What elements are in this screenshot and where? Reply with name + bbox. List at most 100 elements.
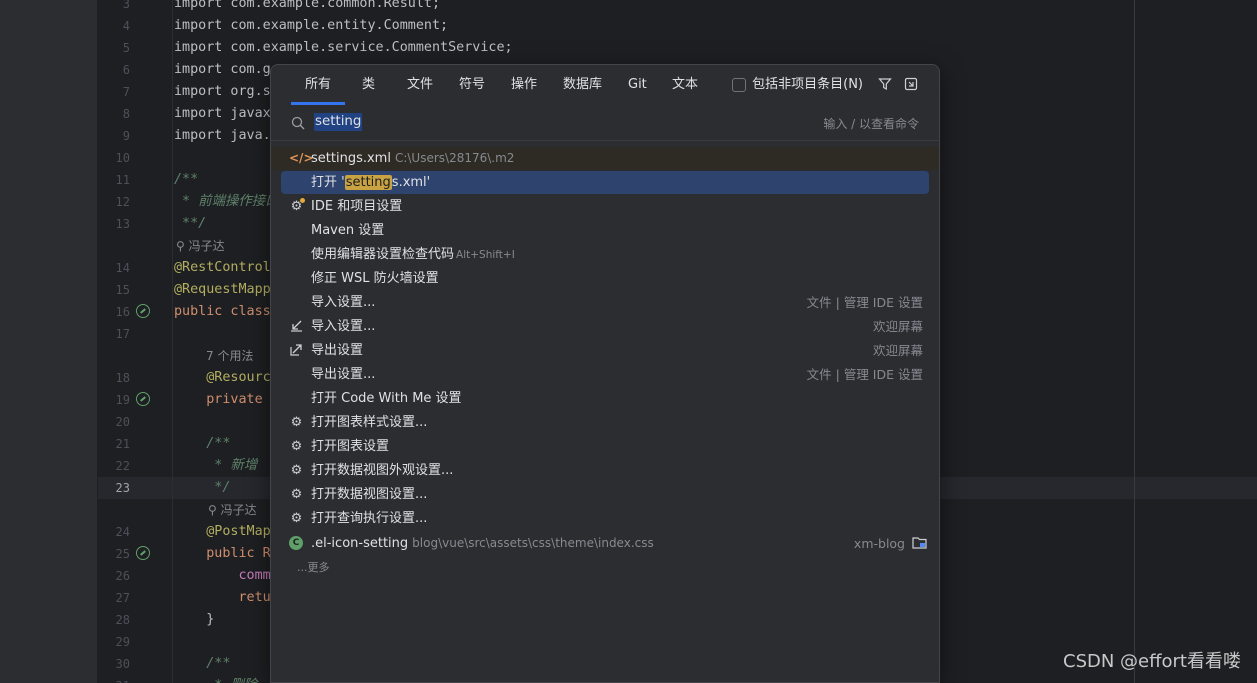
result-match-highlight: setting xyxy=(344,175,392,190)
bean-gutter-icon[interactable] xyxy=(136,392,150,406)
result-item-open-file[interactable]: 打开 'settings.xml' xyxy=(281,171,929,194)
code-line[interactable]: import java. xyxy=(174,125,271,147)
result-item-action[interactable]: 导出设置 欢迎屏幕 xyxy=(281,339,929,362)
result-item-action[interactable]: 导入设置... 文件 | 管理 IDE 设置 xyxy=(281,291,929,314)
result-item-action[interactable]: ⚙ 打开数据视图设置... xyxy=(281,483,929,506)
open-in-window-icon[interactable] xyxy=(903,77,919,93)
line-number: 16 xyxy=(115,305,130,319)
result-location: 欢迎屏幕 xyxy=(872,343,923,358)
code-line[interactable]: * 新增 xyxy=(174,455,257,477)
usages-inlay-hint[interactable]: 7 个用法 xyxy=(206,345,253,367)
code-line[interactable]: * 前端操作接口 xyxy=(174,191,278,213)
xml-file-icon: </> xyxy=(289,151,314,165)
endpoint-gutter-icon[interactable] xyxy=(136,546,150,560)
code-line[interactable]: import com.example.service.CommentServic… xyxy=(174,37,513,59)
result-label: .el-icon-setting xyxy=(311,536,409,551)
code-line[interactable]: public R xyxy=(174,543,271,565)
result-item-action[interactable]: ⚙ 打开图表设置 xyxy=(281,435,929,458)
code-line[interactable]: private xyxy=(174,389,271,411)
result-label: 修正 WSL 防火墙设置 xyxy=(311,271,439,286)
result-item-file[interactable]: </> settings.xml C:\Users\28176\.m2 xyxy=(271,147,939,170)
line-number: 22 xyxy=(115,459,130,473)
line-number: 12 xyxy=(115,195,130,209)
line-number: 28 xyxy=(115,613,130,627)
code-line[interactable]: import com.g xyxy=(174,59,271,81)
tab-all[interactable]: 所有 xyxy=(291,65,346,105)
tab-files[interactable]: 文件 xyxy=(393,65,447,105)
tab-actions[interactable]: 操作 xyxy=(497,65,551,105)
line-number: 6 xyxy=(122,63,130,77)
code-line[interactable]: comm xyxy=(174,565,270,587)
code-line[interactable]: @RestControl xyxy=(174,257,271,279)
line-number: 13 xyxy=(115,217,130,231)
line-number: 10 xyxy=(115,151,130,165)
result-item-action[interactable]: 使用编辑器设置检查代码 Alt+Shift+I xyxy=(281,243,929,266)
bean-gutter-icon[interactable] xyxy=(136,304,150,318)
gear-icon: ⚙ xyxy=(290,487,303,502)
result-item-action[interactable]: ⚙ 打开查询执行设置... xyxy=(281,507,929,530)
code-line[interactable]: @RequestMapp xyxy=(174,279,271,301)
result-location: 文件 | 管理 IDE 设置 xyxy=(806,295,923,310)
result-item-action[interactable]: 修正 WSL 防火墙设置 xyxy=(281,267,929,290)
code-line[interactable]: } xyxy=(174,609,214,631)
more-results-link[interactable]: ...更多 xyxy=(297,559,330,575)
result-location: 文件 | 管理 IDE 设置 xyxy=(806,367,923,382)
code-line[interactable]: import com.example.common.Result; xyxy=(174,0,440,15)
code-line[interactable]: */ xyxy=(174,477,230,499)
result-label: 使用编辑器设置检查代码 xyxy=(311,247,455,262)
code-line[interactable]: import com.example.entity.Comment; xyxy=(174,15,448,37)
code-line[interactable]: /** xyxy=(174,433,230,455)
search-hint: 输入 / 以查看命令 xyxy=(823,117,919,131)
tab-symbols[interactable]: 符号 xyxy=(445,65,499,105)
result-item-action[interactable]: ⚙ 打开图表样式设置... xyxy=(281,411,929,434)
author-inlay-hint[interactable]: ⚲ 冯子达 xyxy=(176,235,225,257)
gear-icon: ⚙ xyxy=(290,439,303,454)
tab-database[interactable]: 数据库 xyxy=(549,65,616,105)
gear-badge-icon: ⚙ xyxy=(289,198,305,214)
code-line[interactable]: * 删除 xyxy=(174,675,257,683)
project-folder-icon xyxy=(912,536,927,551)
line-number: 4 xyxy=(122,19,130,33)
result-label: 导入设置... xyxy=(311,295,376,310)
result-item-action[interactable]: 导入设置... 欢迎屏幕 xyxy=(281,315,929,338)
result-item-action[interactable]: 导出设置... 文件 | 管理 IDE 设置 xyxy=(281,363,929,386)
include-non-project-toggle[interactable]: 包括非项目条目(N) xyxy=(732,65,863,105)
search-field[interactable]: setting 输入 / 以查看命令 xyxy=(271,105,939,141)
tab-git[interactable]: Git xyxy=(614,65,661,105)
line-number: 24 xyxy=(115,525,130,539)
include-non-project-checkbox[interactable] xyxy=(732,78,747,92)
author-inlay-hint[interactable]: ⚲ 冯子达 xyxy=(208,499,257,521)
result-label: 导出设置... xyxy=(311,367,376,382)
result-item-action[interactable]: 打开 Code With Me 设置 xyxy=(281,387,929,410)
code-line[interactable]: /** xyxy=(174,653,230,675)
line-number: 29 xyxy=(115,635,130,649)
code-line[interactable]: **/ xyxy=(174,213,206,235)
code-line[interactable]: @PostMap xyxy=(174,521,271,543)
filter-icon[interactable] xyxy=(877,77,893,93)
result-item-action[interactable]: Maven 设置 xyxy=(281,219,929,242)
search-input[interactable]: setting xyxy=(314,113,363,131)
result-item-symbol[interactable]: C .el-icon-setting blog\vue\src\assets\cs… xyxy=(281,532,929,555)
line-number: 23 xyxy=(115,481,130,495)
line-number: 5 xyxy=(122,41,130,55)
result-item-action[interactable]: ⚙ 打开数据视图外观设置... xyxy=(281,459,929,482)
search-everywhere-popup: 所有 类 文件 符号 操作 数据库 Git 文本 包括非项目条目(N) sett… xyxy=(270,64,940,683)
code-line[interactable]: public class xyxy=(174,301,271,323)
code-line[interactable]: import javax xyxy=(174,103,271,125)
code-line[interactable]: @Resourc xyxy=(174,367,271,389)
code-line[interactable]: import org.s xyxy=(174,81,271,103)
tab-text[interactable]: 文本 xyxy=(658,65,712,105)
result-path: blog\vue\src\assets\css\theme\index.css xyxy=(412,536,654,550)
gear-icon: ⚙ xyxy=(290,511,303,526)
css-class-icon: C xyxy=(289,536,303,550)
tab-classes[interactable]: 类 xyxy=(348,65,389,105)
line-number: 19 xyxy=(115,393,130,407)
code-line[interactable]: /** xyxy=(174,169,198,191)
result-label: IDE 和项目设置 xyxy=(311,199,403,214)
result-item-action[interactable]: ⚙ IDE 和项目设置 xyxy=(281,195,929,218)
code-line[interactable]: retu xyxy=(174,587,270,609)
line-number: 20 xyxy=(115,415,130,429)
gear-icon: ⚙ xyxy=(290,463,303,478)
result-label: 导出设置 xyxy=(311,343,364,358)
result-location: 欢迎屏幕 xyxy=(872,319,923,334)
